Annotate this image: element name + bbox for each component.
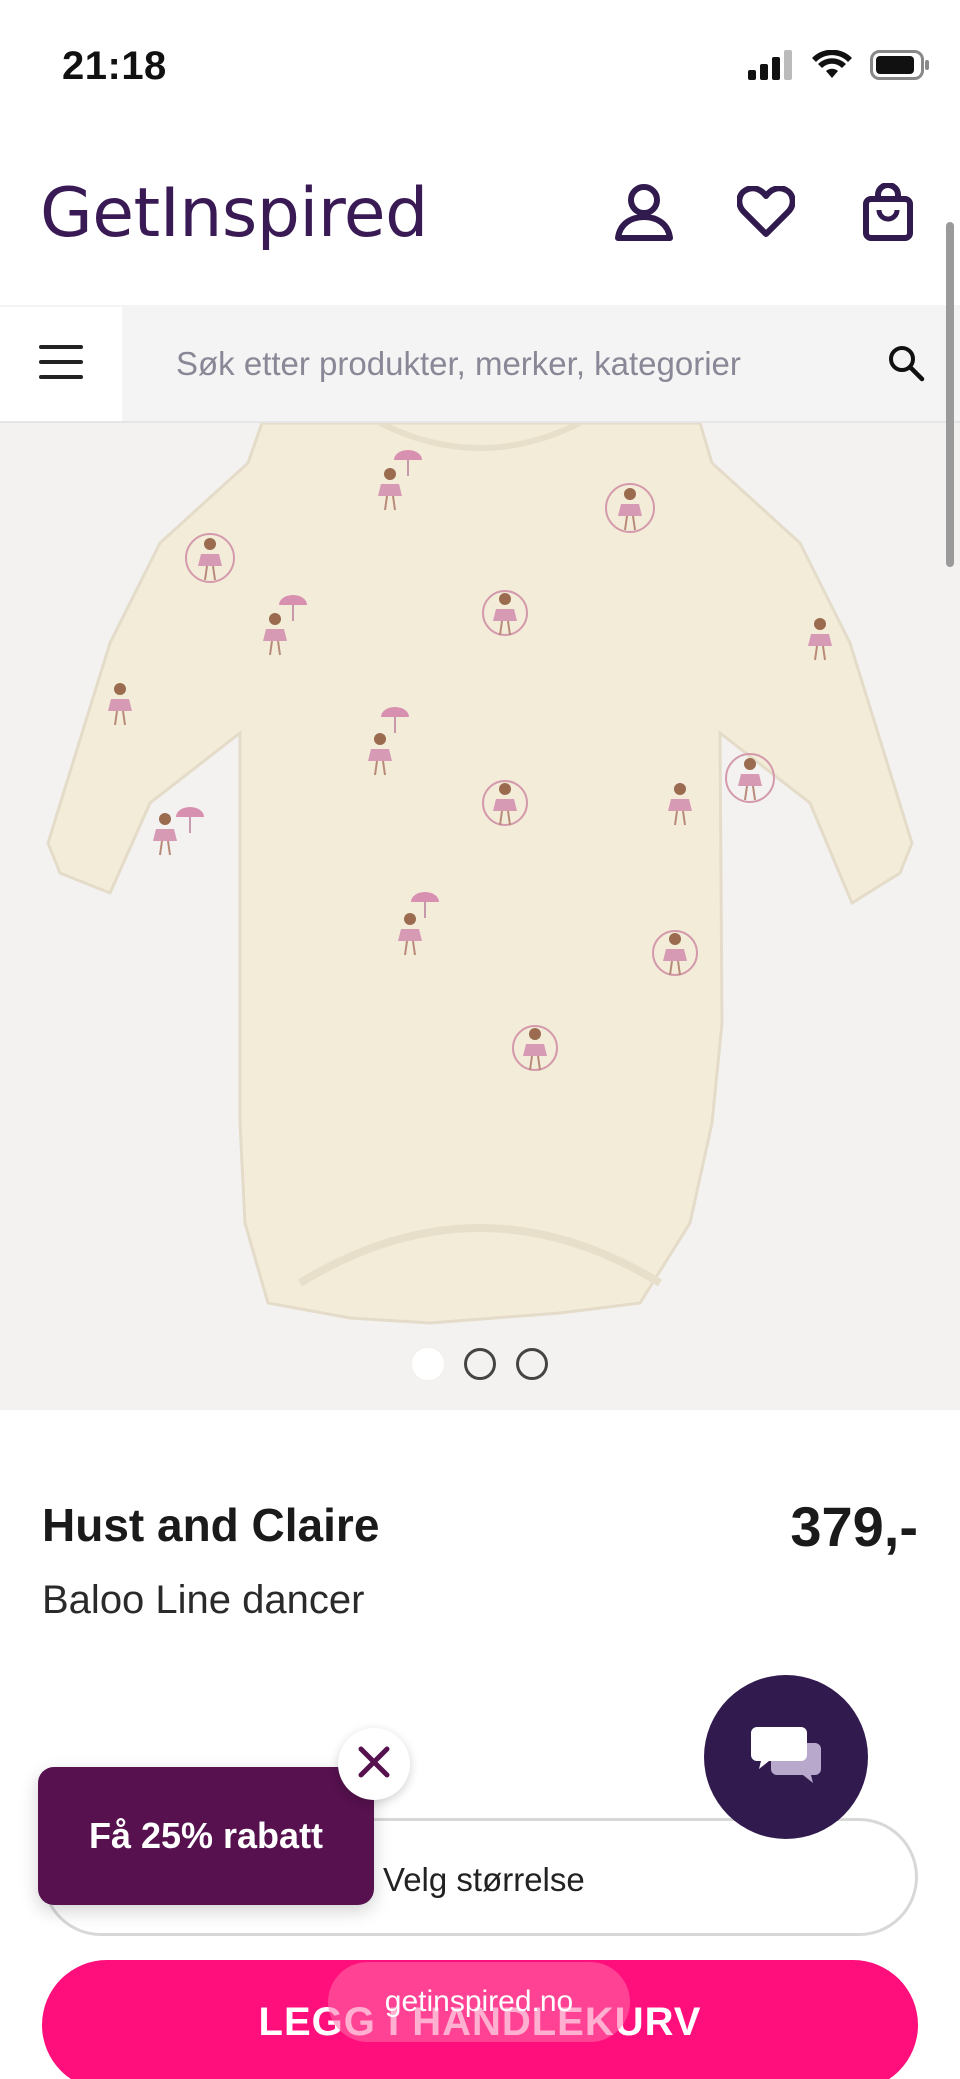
wifi-icon bbox=[812, 49, 852, 85]
site-logo[interactable]: GetInspired bbox=[40, 174, 428, 253]
battery-icon bbox=[870, 50, 930, 85]
product-price: 379,- bbox=[790, 1495, 918, 1558]
carousel-dot-2[interactable] bbox=[464, 1348, 496, 1380]
wishlist-button[interactable] bbox=[734, 182, 798, 246]
cart-button[interactable] bbox=[856, 181, 920, 246]
page-scrollbar[interactable] bbox=[946, 222, 954, 567]
browser-url: getinspired.no bbox=[384, 1985, 574, 2018]
status-bar: 21:18 bbox=[0, 0, 960, 130]
image-carousel-dots bbox=[0, 1348, 960, 1380]
site-header: GetInspired bbox=[0, 130, 960, 305]
status-time: 21:18 bbox=[62, 44, 167, 88]
search-icon bbox=[887, 344, 925, 387]
size-select-label: Velg størrelse bbox=[383, 1861, 585, 1898]
account-button[interactable] bbox=[612, 182, 676, 246]
discount-popup[interactable]: Få 25% rabatt bbox=[38, 1767, 374, 1905]
discount-close-button[interactable] bbox=[338, 1728, 410, 1800]
close-icon bbox=[357, 1745, 391, 1784]
search-input[interactable]: Søk etter produkter, merker, kategorier bbox=[176, 345, 741, 383]
hamburger-menu-icon bbox=[39, 344, 83, 384]
product-image[interactable] bbox=[0, 423, 960, 1410]
heart-icon bbox=[736, 184, 796, 243]
search-button[interactable] bbox=[882, 341, 930, 389]
chat-bubbles-icon bbox=[749, 1725, 823, 1790]
bodysuit-illustration bbox=[46, 423, 914, 1325]
search-bar: Søk etter produkter, merker, kategorier bbox=[0, 305, 960, 423]
shopping-bag-icon bbox=[863, 181, 913, 246]
user-icon bbox=[614, 183, 674, 246]
menu-button[interactable] bbox=[0, 307, 122, 421]
chat-button[interactable] bbox=[704, 1675, 868, 1839]
carousel-dot-3[interactable] bbox=[516, 1348, 548, 1380]
browser-url-bar[interactable]: getinspired.no bbox=[328, 1962, 630, 2042]
discount-label: Få 25% rabatt bbox=[88, 1815, 324, 1856]
header-actions bbox=[612, 181, 920, 246]
product-name: Baloo Line dancer bbox=[42, 1578, 365, 1622]
status-icons bbox=[748, 49, 930, 85]
carousel-dot-1[interactable] bbox=[412, 1348, 444, 1380]
cellular-signal-icon bbox=[748, 50, 794, 85]
product-brand[interactable]: Hust and Claire bbox=[42, 1498, 379, 1552]
